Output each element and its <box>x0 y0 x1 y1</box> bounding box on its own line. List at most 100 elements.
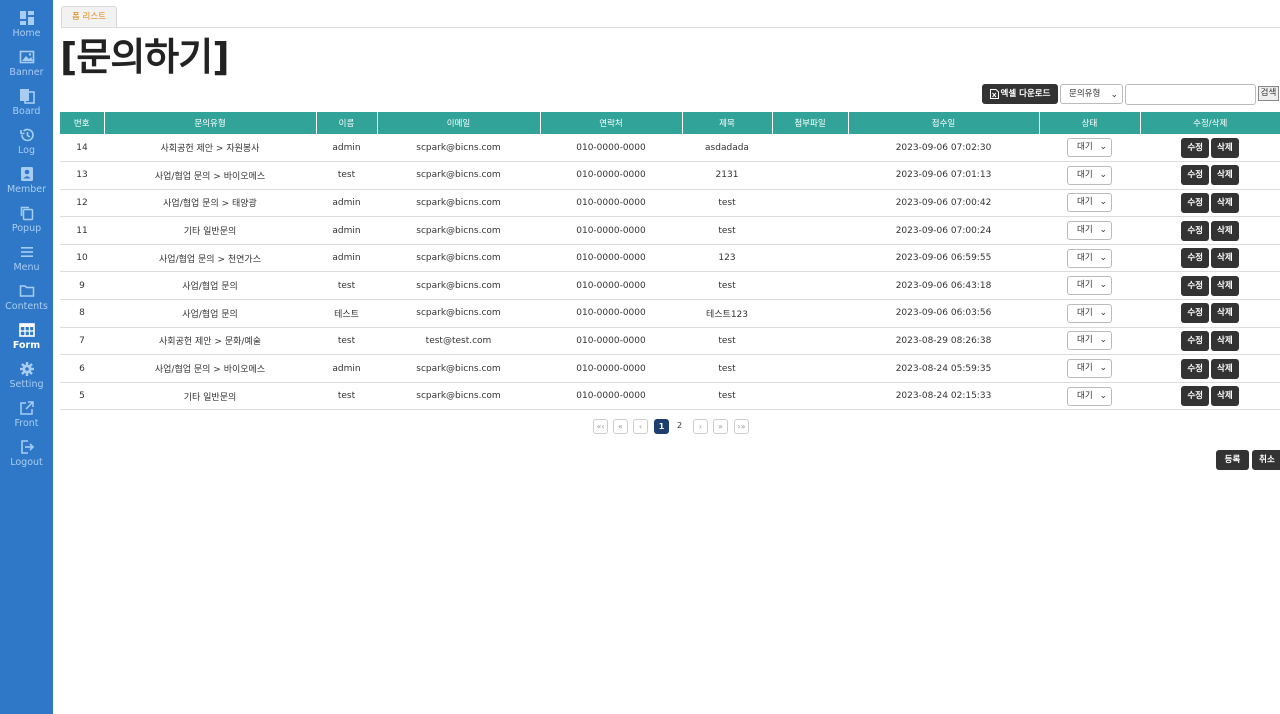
sidebar-item-label: Board <box>12 106 41 117</box>
cell-subject: test <box>682 327 772 356</box>
first-page-button[interactable]: «‹ <box>593 419 608 434</box>
sidebar-item-popup[interactable]: Popup <box>0 195 53 234</box>
delete-button[interactable]: 삭제 <box>1211 303 1239 324</box>
sidebar-item-home[interactable]: Home <box>0 0 53 39</box>
sidebar-item-menu[interactable]: Menu <box>0 234 53 273</box>
sidebar-item-member[interactable]: Member <box>0 156 53 195</box>
edit-button[interactable]: 수정 <box>1181 220 1209 241</box>
cell-phone: 010-0000-0000 <box>540 299 682 328</box>
cell-status: 대기 ⌄ <box>1039 244 1140 273</box>
chevron-down-icon: ⌄ <box>1099 390 1107 401</box>
page-1-button[interactable]: 1 <box>654 419 669 434</box>
chevron-down-icon: ⌄ <box>1099 169 1107 180</box>
delete-button[interactable]: 삭제 <box>1211 330 1239 351</box>
table-row: 13 사업/협업 문의 > 바이오메스 test scpark@bicns.com 01… <box>60 161 1280 190</box>
gear-icon <box>19 362 34 376</box>
image-icon <box>19 50 34 64</box>
status-select[interactable]: 대기 ⌄ <box>1067 248 1112 268</box>
sidebar-item-setting[interactable]: Setting <box>0 351 53 390</box>
inquiry-type-select[interactable]: 문의유형 ⌄ <box>1060 84 1123 104</box>
excel-download-button[interactable]: 엑셀 다운로드 <box>982 84 1058 104</box>
cell-name: test <box>316 382 377 411</box>
sidebar-item-front[interactable]: Front <box>0 390 53 429</box>
tab-form-list[interactable]: 폼 리스트 <box>61 6 117 27</box>
status-select[interactable]: 대기 ⌄ <box>1067 221 1112 241</box>
delete-button[interactable]: 삭제 <box>1211 192 1239 213</box>
next-group-button[interactable]: » <box>713 419 728 434</box>
column-header-subject: 제목 <box>682 112 773 134</box>
cell-phone: 010-0000-0000 <box>540 382 682 411</box>
delete-button[interactable]: 삭제 <box>1211 275 1239 296</box>
delete-button[interactable]: 삭제 <box>1211 165 1239 186</box>
table-header-row: 번호 문의유형 이름 이메일 연락처 제목 첨부파일 접수일 상태 수정/삭제 <box>60 112 1280 134</box>
delete-button[interactable]: 삭제 <box>1211 248 1239 269</box>
column-header-no: 번호 <box>60 112 105 134</box>
sidebar-item-board[interactable]: Board <box>0 78 53 117</box>
sidebar-item-contents[interactable]: Contents <box>0 273 53 312</box>
cell-status: 대기 ⌄ <box>1039 161 1140 190</box>
status-select[interactable]: 대기 ⌄ <box>1067 193 1112 213</box>
sidebar-item-logout[interactable]: Logout <box>0 429 53 468</box>
cell-no: 5 <box>60 382 104 411</box>
sidebar-item-form[interactable]: Form <box>0 312 53 351</box>
prev-group-button[interactable]: « <box>613 419 628 434</box>
edit-button[interactable]: 수정 <box>1181 358 1209 379</box>
edit-button[interactable]: 수정 <box>1181 165 1209 186</box>
delete-button[interactable]: 삭제 <box>1211 358 1239 379</box>
prev-page-button[interactable]: ‹ <box>633 419 648 434</box>
cell-no: 10 <box>60 244 104 273</box>
cell-date: 2023-08-24 02:15:33 <box>848 382 1039 411</box>
edit-button[interactable]: 수정 <box>1181 330 1209 351</box>
cell-type: 기타 일반문의 <box>104 382 316 411</box>
cell-date: 2023-09-06 07:00:24 <box>848 216 1039 245</box>
page-2-button[interactable]: 2 <box>672 419 687 434</box>
edit-button[interactable]: 수정 <box>1181 248 1209 269</box>
status-select[interactable]: 대기 ⌄ <box>1067 359 1112 379</box>
cell-name: test <box>316 327 377 356</box>
cell-email: scpark@bicns.com <box>377 299 540 328</box>
cell-type: 사업/협업 문의 <box>104 299 316 328</box>
status-select[interactable]: 대기 ⌄ <box>1067 303 1112 323</box>
sidebar-item-label: Home <box>12 28 41 39</box>
cell-attachment <box>772 189 848 218</box>
delete-button[interactable]: 삭제 <box>1211 137 1239 158</box>
sidebar-item-banner[interactable]: Banner <box>0 39 53 78</box>
column-header-email: 이메일 <box>377 112 541 134</box>
tab-divider <box>61 27 1280 28</box>
status-select[interactable]: 대기 ⌄ <box>1067 276 1112 296</box>
cell-email: scpark@bicns.com <box>377 216 540 245</box>
file-excel-icon <box>989 88 999 99</box>
status-select[interactable]: 대기 ⌄ <box>1067 386 1112 406</box>
edit-button[interactable]: 수정 <box>1181 137 1209 158</box>
cell-actions: 수정 삭제 <box>1140 244 1280 273</box>
edit-button[interactable]: 수정 <box>1181 192 1209 213</box>
cell-date: 2023-09-06 06:59:55 <box>848 244 1039 273</box>
edit-button[interactable]: 수정 <box>1181 303 1209 324</box>
status-select[interactable]: 대기 ⌄ <box>1067 138 1112 158</box>
search-input[interactable] <box>1125 84 1256 105</box>
cell-actions: 수정 삭제 <box>1140 134 1280 163</box>
register-button[interactable]: 등록 <box>1216 450 1249 470</box>
status-select[interactable]: 대기 ⌄ <box>1067 331 1112 351</box>
sidebar-item-label: Banner <box>9 67 44 78</box>
next-page-button[interactable]: › <box>693 419 708 434</box>
edit-button[interactable]: 수정 <box>1181 275 1209 296</box>
cell-phone: 010-0000-0000 <box>540 327 682 356</box>
delete-button[interactable]: 삭제 <box>1211 220 1239 241</box>
status-select[interactable]: 대기 ⌄ <box>1067 165 1112 185</box>
cell-type: 사업/협업 문의 > 바이오메스 <box>104 354 316 383</box>
cell-actions: 수정 삭제 <box>1140 382 1280 411</box>
cell-type: 사업/협업 문의 <box>104 271 316 301</box>
cancel-button[interactable]: 취소 <box>1252 450 1280 470</box>
cell-email: scpark@bicns.com <box>377 244 540 273</box>
sidebar-item-log[interactable]: Log <box>0 117 53 156</box>
cell-actions: 수정 삭제 <box>1140 161 1280 190</box>
edit-button[interactable]: 수정 <box>1181 386 1209 407</box>
cell-name: test <box>316 271 377 301</box>
status-value: 대기 <box>1077 252 1093 263</box>
last-page-button[interactable]: ›» <box>734 419 749 434</box>
search-button[interactable]: 검색 <box>1258 86 1279 101</box>
delete-button[interactable]: 삭제 <box>1211 386 1239 407</box>
cell-subject: test <box>682 189 772 218</box>
cell-no: 7 <box>60 327 104 356</box>
